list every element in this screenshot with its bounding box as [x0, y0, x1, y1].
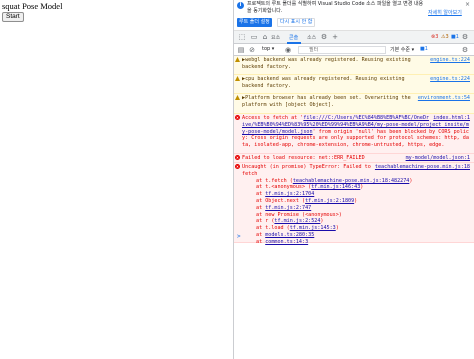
warning-count-badge[interactable]: ⚠3	[441, 34, 449, 40]
context-selector[interactable]: top ▾	[262, 46, 274, 52]
tab-elements[interactable]: 요소	[271, 34, 280, 41]
source-link[interactable]: engine.ts:224	[430, 76, 470, 83]
warning-icon	[235, 95, 240, 100]
tab-console[interactable]: 콘솔	[289, 34, 298, 41]
stack-frame: at new Promise (<anonymous>)	[256, 211, 342, 218]
close-icon[interactable]: ×	[465, 1, 470, 8]
console-prompt[interactable]: >	[237, 233, 241, 241]
inspect-icon[interactable]: ⬚	[238, 33, 246, 41]
error-count-badge[interactable]: ⊗3	[431, 34, 438, 40]
message-text: ▶cpu backend was already registered. Reu…	[242, 76, 405, 89]
console-output: engine.ts:224 ▶webgl backend was already…	[234, 56, 474, 359]
eye-icon[interactable]: ◉	[284, 46, 292, 54]
learn-more-link[interactable]: 자세히 알아보기	[428, 9, 462, 16]
message-text: Uncaught (in promise) TypeError: Failed …	[242, 164, 371, 177]
stack-link[interactable]: tf.min.js:2:524	[274, 218, 320, 224]
stack-frame: at Object.next (tf.min.js:2:1809)	[256, 197, 358, 204]
source-link[interactable]: my-model/model.json:1	[406, 155, 470, 162]
stack-link[interactable]: tf.min.js:2:1809	[305, 198, 354, 204]
stack-trace: at t.fetch (teachablemachine-pose.min.js…	[242, 178, 470, 246]
stack-link[interactable]: common.ts:14:3	[265, 239, 308, 245]
stack-link[interactable]: tf.min.js:145:3	[290, 225, 336, 231]
console-settings-icon[interactable]: ⚙	[461, 46, 469, 54]
devtools-tabbar: ⬚ ▭ ⌂ 요소 콘솔 소스 ⚙ + ⊗3 ⚠3 ■1 ⚙	[234, 31, 474, 44]
console-warning: engine.ts:224 ▶cpu backend was already r…	[234, 75, 474, 94]
gear-icon[interactable]: ⚙	[461, 33, 469, 41]
error-icon: ×	[235, 115, 240, 120]
infobar-text: 프로젝트의 루트 폴더를 식별하여 Visual Studio Code 소스 …	[247, 1, 424, 14]
devtools-panel: i 프로젝트의 루트 폴더를 식별하여 Visual Studio Code 소…	[233, 0, 474, 359]
info-icon: i	[237, 2, 244, 9]
screen: squat Pose Model Start i 프로젝트의 루트 폴더를 식별…	[0, 0, 474, 359]
stack-frame: at models.ts:280:35	[256, 231, 315, 238]
device-toolbar-icon[interactable]: ▭	[250, 33, 258, 41]
warning-icon	[235, 76, 240, 81]
dont-show-again-button[interactable]: 다시 표시 안 함	[277, 18, 316, 27]
message-text: Failed to load resource: net::ERR_FAILED	[242, 155, 365, 161]
log-levels-dropdown[interactable]: 기본 수준 ▾	[390, 46, 414, 53]
set-root-folder-button[interactable]: 루트 폴더 설정	[237, 18, 272, 27]
stack-frame: at r (tf.min.js:2:524)	[256, 218, 324, 225]
web-page: squat Pose Model Start	[0, 0, 233, 359]
console-error: × my-model/model.json:1 Failed to load r…	[234, 154, 474, 163]
clear-console-icon[interactable]: ⊘	[248, 46, 256, 54]
stack-frame: at tf.min.js:2:1704	[256, 191, 315, 198]
warning-icon	[235, 57, 240, 62]
error-icon: ×	[235, 155, 240, 160]
tab-sources[interactable]: 소스	[307, 34, 316, 41]
start-button[interactable]: Start	[2, 12, 24, 22]
console-error: × index.html:1 Access to fetch at 'file:…	[234, 114, 474, 154]
source-link[interactable]: teachablemachine-pose.min.js:18	[375, 164, 470, 171]
page-title: squat Pose Model	[2, 1, 63, 11]
stack-link[interactable]: tf.min.js:2:747	[265, 205, 311, 211]
settings-sliders-icon[interactable]: ⚙	[320, 33, 328, 41]
stack-frame: at t.load (tf.min.js:145:3)	[256, 225, 339, 232]
stack-frame: at t.fetch (teachablemachine-pose.min.js…	[256, 177, 413, 184]
message-text: ▶Platform browser has already been set. …	[242, 95, 411, 108]
stack-link[interactable]: teachablemachine-pose.min.js:18:482274	[293, 178, 410, 184]
stack-frame: at tf.min.js:2:747	[256, 204, 312, 211]
vscode-infobar: i 프로젝트의 루트 폴더를 식별하여 Visual Studio Code 소…	[234, 0, 474, 31]
console-warning: engine.ts:224 ▶webgl backend was already…	[234, 56, 474, 75]
source-link[interactable]: environment.ts:54	[418, 95, 470, 102]
error-icon: ×	[235, 164, 240, 169]
console-warning: environment.ts:54 ▶Platform browser has …	[234, 94, 474, 114]
stack-link[interactable]: tf.min.js:146:43	[311, 184, 360, 190]
stack-link[interactable]: models.ts:280:35	[265, 232, 314, 238]
source-link[interactable]: index.html:1	[433, 115, 470, 122]
add-tab-icon[interactable]: +	[331, 33, 339, 41]
issues-badge[interactable]: ■1	[420, 46, 428, 52]
message-text: ▶webgl backend was already registered. R…	[242, 57, 411, 70]
message-count-badge[interactable]: ■1	[451, 34, 459, 40]
console-toolbar: ▤ ⊘ top ▾ ◉ ▿ 기본 수준 ▾ ■1 ⚙	[234, 44, 474, 56]
source-link[interactable]: engine.ts:224	[430, 57, 470, 64]
filter-input[interactable]	[298, 46, 386, 54]
stack-frame: at common.ts:14:3	[256, 238, 309, 245]
stack-frame: at t.<anonymous> (tf.min.js:146:43)	[256, 184, 364, 191]
home-icon[interactable]: ⌂	[261, 33, 269, 41]
sidebar-toggle-icon[interactable]: ▤	[237, 46, 245, 54]
stack-link[interactable]: tf.min.js:2:1704	[265, 191, 314, 197]
console-error: × teachablemachine-pose.min.js:18 Uncaug…	[234, 163, 474, 246]
